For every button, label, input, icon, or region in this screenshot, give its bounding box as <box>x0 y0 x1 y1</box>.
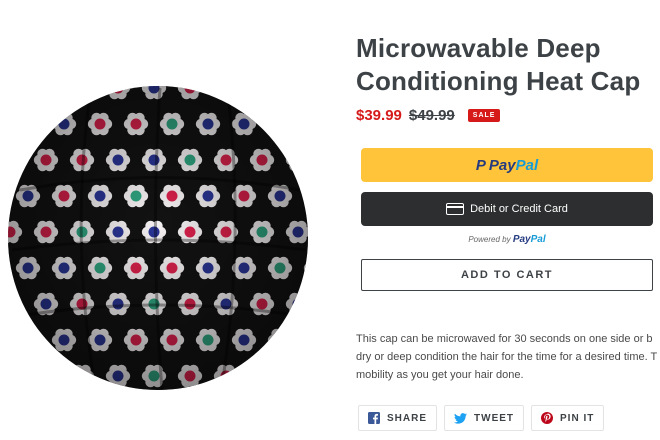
share-facebook-button[interactable]: SHARE <box>358 405 438 431</box>
credit-card-icon <box>446 203 465 215</box>
pinterest-share-label: PIN IT <box>560 412 595 424</box>
debit-credit-card-button[interactable]: Debit or Credit Card <box>361 192 653 226</box>
paypal-logo-icon: P <box>475 156 486 174</box>
paypal-wordmark: Pay Pal <box>488 156 539 174</box>
facebook-share-label: SHARE <box>387 412 428 424</box>
regular-price: $49.99 <box>408 106 455 124</box>
product-image <box>8 86 308 390</box>
sale-badge: SALE <box>467 108 501 122</box>
twitter-share-label: TWEET <box>474 412 515 424</box>
add-to-cart-button[interactable]: ADD TO CART <box>361 259 653 291</box>
description-line: mobility as you get your hair done. <box>356 369 524 381</box>
share-pinterest-button[interactable]: PIN IT <box>531 405 605 431</box>
powered-by-label: Powered by <box>468 235 511 244</box>
card-button-label: Debit or Credit Card <box>470 203 568 215</box>
description-line: This cap can be microwaved for 30 second… <box>356 333 653 345</box>
twitter-icon <box>454 412 468 424</box>
share-buttons: SHARE TWEET PIN IT <box>358 405 605 431</box>
product-description: This cap can be microwaved for 30 second… <box>356 330 660 384</box>
sale-price: $39.99 <box>356 106 402 124</box>
description-line: dry or deep condition the hair for the t… <box>356 351 658 363</box>
pinterest-icon <box>541 412 554 424</box>
share-twitter-button[interactable]: TWEET <box>444 405 525 431</box>
facebook-icon <box>368 412 380 424</box>
powered-by-paypal: Powered by PayPal <box>361 234 653 245</box>
powered-paypal-logo: PayPal <box>512 234 546 245</box>
price-row: $39.99 $49.99 SALE <box>356 105 501 125</box>
paypal-button[interactable]: P Pay Pal <box>361 148 653 182</box>
product-title: Microwavable Deep Conditioning Heat Cap <box>356 33 641 96</box>
